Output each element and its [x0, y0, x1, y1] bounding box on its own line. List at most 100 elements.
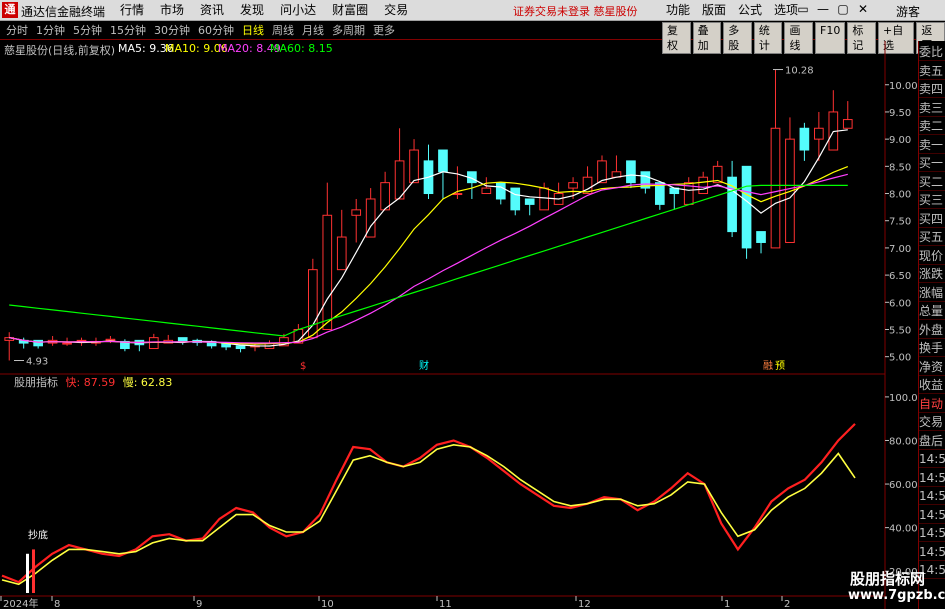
sidebar-item[interactable]: 14:56	[919, 506, 945, 524]
grid	[0, 41, 889, 609]
login-notice[interactable]: 证券交易未登录 慈星股份	[513, 3, 638, 19]
menu-item-ask[interactable]: 问小达	[272, 2, 324, 19]
candle-body	[394, 160, 405, 200]
fast-line	[1, 423, 856, 584]
x-tick-label: 2024年	[3, 597, 38, 609]
tab-intraday[interactable]: 分时	[2, 23, 32, 38]
candle-body	[452, 193, 463, 196]
tab-30min[interactable]: 30分钟	[150, 23, 194, 38]
x-tick-label: 2	[784, 599, 790, 609]
signal-bar	[32, 549, 35, 593]
sidebar-item[interactable]: 换手	[919, 339, 945, 357]
sidebar-item[interactable]: 14:56	[919, 450, 945, 468]
ma60-label: MA60: 8.15	[270, 42, 333, 55]
watermark-title: 股朋指标网	[850, 570, 926, 588]
guest-label[interactable]: 游客	[896, 3, 920, 20]
sidebar-item[interactable]: 14:56	[919, 524, 945, 542]
maximize-icon[interactable]: ▢	[835, 2, 851, 18]
period-toolbar: 分时 1分钟 5分钟 15分钟 30分钟 60分钟 日线 周线 月线 多周期 更…	[0, 21, 945, 54]
menu-item-news[interactable]: 资讯	[192, 2, 232, 19]
sidebar-item[interactable]: 盘后	[919, 432, 945, 450]
menu-item-trade[interactable]: 交易	[376, 2, 416, 19]
menu-item-market[interactable]: 市场	[152, 2, 192, 19]
sidebar-item[interactable]: 总量	[919, 302, 945, 320]
tab-1min[interactable]: 1分钟	[32, 23, 69, 38]
tab-multi-period[interactable]: 多周期	[328, 23, 369, 38]
menu-item-formula[interactable]: 公式	[732, 2, 768, 19]
candle-body	[33, 339, 43, 347]
price-tick: 9.50	[889, 108, 911, 119]
stock-title: 慈星股份(日线,前复权)	[4, 44, 116, 57]
sidebar-item[interactable]: 涨幅	[919, 284, 945, 302]
sub-tick: 60.00	[889, 480, 918, 491]
event-marker[interactable]: 预	[775, 360, 785, 372]
sub-indicator	[1, 423, 856, 593]
candle-body	[524, 198, 535, 205]
price-tick: 6.00	[889, 298, 911, 309]
candle-body	[698, 176, 709, 195]
sidebar-item[interactable]: 卖四	[919, 80, 945, 98]
sidebar-item[interactable]: 买二	[919, 173, 945, 191]
candle-body	[814, 127, 824, 140]
x-tick-label: 9	[196, 599, 202, 609]
tab-monthly[interactable]: 月线	[298, 23, 328, 38]
menu-item-function[interactable]: 功能	[660, 2, 696, 19]
watermark-url: www.7gpzb.com	[848, 588, 945, 603]
candle-body	[235, 345, 246, 350]
restore-icon[interactable]: ▭	[795, 2, 811, 18]
sidebar-item[interactable]: 买三	[919, 191, 945, 209]
candle-body	[177, 337, 188, 342]
candle-body	[308, 269, 318, 339]
tab-more[interactable]: 更多	[369, 23, 399, 38]
menu-item-discover[interactable]: 发现	[232, 2, 272, 19]
tab-15min[interactable]: 15分钟	[106, 23, 150, 38]
right-menu: 功能 版面 公式 选项	[660, 2, 804, 19]
sidebar-item[interactable]: 涨跌	[919, 265, 945, 283]
event-marker[interactable]: 融	[763, 360, 773, 372]
sidebar-item[interactable]: 卖二	[919, 117, 945, 135]
tab-5min[interactable]: 5分钟	[69, 23, 106, 38]
indicator-name[interactable]: 股朋指标	[14, 376, 58, 389]
sidebar-item[interactable]: 14:56	[919, 487, 945, 505]
sidebar-item[interactable]: 买四	[919, 210, 945, 228]
event-marker[interactable]: $	[300, 361, 306, 372]
sidebar-item[interactable]: 现价	[919, 247, 945, 265]
price-tick: 5.00	[889, 353, 911, 364]
close-icon[interactable]: ✕	[855, 2, 871, 18]
candle-body	[148, 337, 159, 350]
candle-body	[495, 182, 506, 200]
candle-body	[799, 127, 810, 151]
sidebar-item[interactable]: 买五	[919, 228, 945, 246]
tab-60min[interactable]: 60分钟	[194, 23, 238, 38]
quote-sidebar: 委比 卖五 卖四 卖三 卖二 卖一 买一 买二 买三 买四 买五 现价 涨跌 涨幅 总量 外盘 换手 净资 收益 自动…	[918, 41, 945, 609]
menu-item-layout[interactable]: 版面	[696, 2, 732, 19]
menu-item-wealth[interactable]: 财富圈	[324, 2, 376, 19]
candle-body	[336, 236, 347, 271]
tab-daily[interactable]: 日线	[238, 23, 268, 38]
title-bar: 通 通达信金融终端 行情 市场 资讯 发现 问小达 财富圈 交易 证券交易未登录…	[0, 0, 945, 21]
sidebar-item[interactable]: 净资	[919, 358, 945, 376]
sidebar-item[interactable]: 委比	[919, 43, 945, 61]
event-marker[interactable]: 财	[419, 359, 429, 372]
sidebar-item[interactable]: 14:56	[919, 469, 945, 487]
sidebar-item[interactable]: 卖五	[919, 62, 945, 80]
sidebar-item[interactable]: 收益	[919, 376, 945, 394]
sidebar-item[interactable]: 14:56	[919, 543, 945, 561]
sidebar-item[interactable]: 买一	[919, 154, 945, 172]
chart-canvas[interactable]: 10.00 9.50 9.00 8.50 8.00 7.50 7.00 6.50…	[0, 41, 918, 609]
tab-weekly[interactable]: 周线	[268, 23, 298, 38]
sidebar-item[interactable]: 交易	[919, 413, 945, 431]
x-tick-label: 11	[439, 599, 452, 609]
sidebar-item[interactable]: 自动	[919, 395, 945, 413]
app-logo-icon: 通	[2, 2, 18, 18]
menu-item-quotes[interactable]: 行情	[112, 2, 152, 19]
minimize-icon[interactable]: —	[815, 2, 831, 18]
sidebar-item[interactable]: 卖一	[919, 136, 945, 154]
indicator-title: 股朋指标 快: 87.59 慢: 62.83	[14, 374, 172, 390]
candle-body	[510, 187, 521, 211]
slow-line-label: 慢: 62.83	[122, 376, 173, 389]
candle-body	[539, 187, 549, 211]
x-tick-label: 10	[321, 599, 334, 609]
sidebar-item[interactable]: 外盘	[919, 321, 945, 339]
sidebar-item[interactable]: 卖三	[919, 99, 945, 117]
